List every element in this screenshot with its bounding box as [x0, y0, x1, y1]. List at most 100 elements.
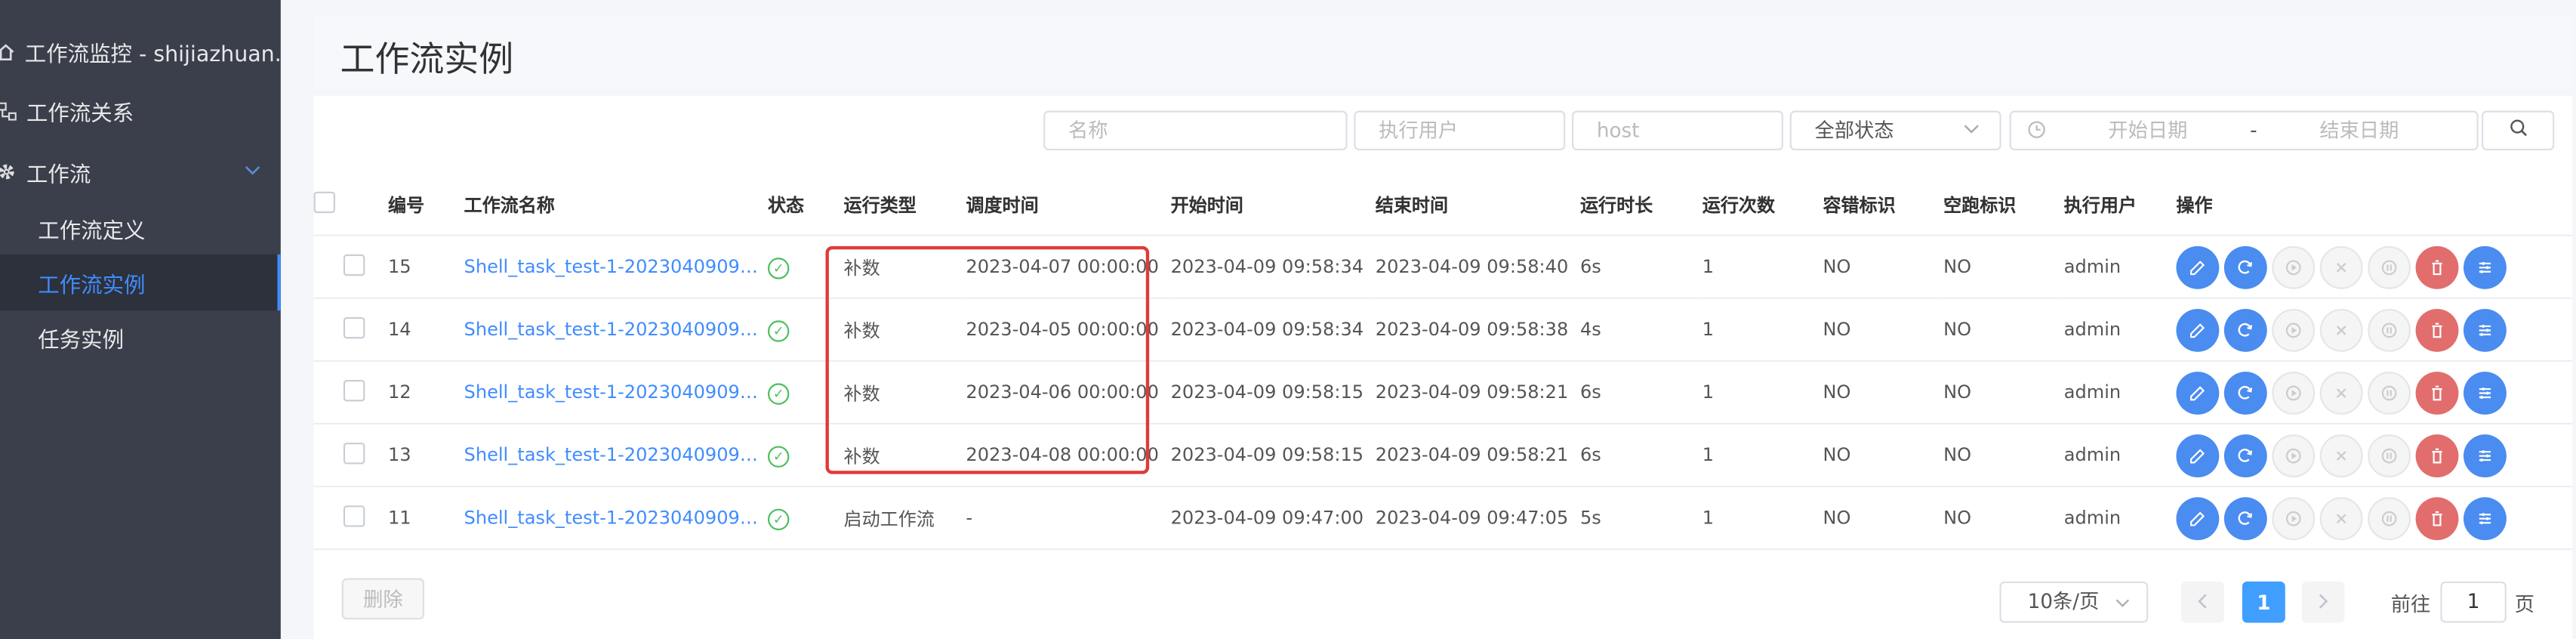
- row-checkbox[interactable]: [343, 442, 365, 464]
- rerun-button[interactable]: [2223, 307, 2267, 351]
- header-start-time: 开始时间: [1170, 173, 1376, 236]
- delete-button[interactable]: [2415, 434, 2459, 477]
- select-all-checkbox[interactable]: [313, 190, 335, 213]
- edit-icon: [2190, 511, 2205, 526]
- cell-name[interactable]: Shell_task_test-1-2023040909465...: [464, 486, 768, 551]
- rerun-icon: [2238, 384, 2253, 399]
- cell-start: 2023-04-09 09:58:15: [1170, 423, 1376, 488]
- delete-icon: [2432, 510, 2442, 526]
- header-run-count: 运行次数: [1702, 173, 1823, 236]
- sidebar-item-instances[interactable]: 工作流实例: [0, 254, 281, 311]
- pause-button[interactable]: [2368, 496, 2411, 540]
- cell-duration: 4s: [1579, 298, 1702, 362]
- delete-button[interactable]: [2415, 370, 2459, 414]
- status-select[interactable]: 全部状态: [1789, 110, 2001, 151]
- row-checkbox[interactable]: [343, 505, 365, 526]
- resume-button[interactable]: [2272, 434, 2316, 477]
- delete-button[interactable]: [2415, 496, 2459, 540]
- cell-user: admin: [2063, 423, 2177, 488]
- sidebar-item-definitions[interactable]: 工作流定义: [0, 200, 319, 256]
- row-checkbox[interactable]: [343, 253, 365, 276]
- row-actions: [2176, 307, 2572, 351]
- cell-name[interactable]: Shell_task_test-1-2023040909583...: [464, 235, 768, 299]
- stop-button[interactable]: [2319, 496, 2363, 540]
- pause-button[interactable]: [2368, 370, 2411, 414]
- cell-start: 2023-04-09 09:58:34: [1170, 298, 1376, 362]
- cell-end: 2023-04-09 09:58:21: [1375, 423, 1580, 488]
- sidebar-item-task-instances[interactable]: 任务实例: [0, 309, 319, 365]
- name-filter-input[interactable]: 名称: [1043, 110, 1348, 151]
- edit-button[interactable]: [2176, 245, 2220, 289]
- delete-button[interactable]: 删除: [341, 578, 425, 620]
- edit-button[interactable]: [2176, 434, 2220, 477]
- resume-button[interactable]: [2272, 370, 2316, 414]
- gantt-button[interactable]: [2464, 434, 2507, 477]
- edit-button[interactable]: [2176, 370, 2220, 414]
- pause-icon: [2381, 510, 2397, 526]
- resume-icon: [2285, 384, 2301, 400]
- gantt-button[interactable]: [2464, 245, 2507, 289]
- row-checkbox[interactable]: [343, 316, 365, 338]
- row-checkbox[interactable]: [343, 378, 365, 401]
- search-button[interactable]: [2482, 110, 2555, 151]
- stop-button[interactable]: [2319, 370, 2363, 414]
- stop-button[interactable]: [2319, 245, 2363, 289]
- sidebar-item-workflow[interactable]: 工作流: [0, 144, 281, 199]
- host-filter-input[interactable]: host: [1572, 110, 1783, 151]
- table-row[interactable]: 15 Shell_task_test-1-2023040909583... ✓ 补数 2…: [313, 235, 2573, 299]
- resume-button[interactable]: [2272, 307, 2316, 351]
- rerun-button[interactable]: [2223, 434, 2267, 477]
- cell-id: 13: [387, 423, 464, 488]
- resume-button[interactable]: [2272, 496, 2316, 540]
- stop-button[interactable]: [2319, 307, 2363, 351]
- goto-page-input[interactable]: 1: [2440, 581, 2507, 623]
- pause-icon: [2381, 322, 2397, 338]
- resume-button[interactable]: [2272, 245, 2316, 289]
- title-bar: 工作流实例: [313, 16, 2573, 90]
- chevron-down-icon[interactable]: [245, 164, 261, 181]
- rerun-button[interactable]: [2223, 245, 2267, 289]
- delete-button[interactable]: [2415, 307, 2459, 351]
- table-row[interactable]: 11 Shell_task_test-1-2023040909465... ✓ 启动工…: [313, 486, 2573, 551]
- cell-runs: 1: [1702, 235, 1823, 299]
- sidebar-item-relations[interactable]: 工作流关系: [0, 82, 281, 138]
- gantt-button[interactable]: [2464, 496, 2507, 540]
- table-row[interactable]: 14 Shell_task_test-1-2023040909583... ✓ 补数 2…: [313, 298, 2573, 362]
- cell-user: admin: [2063, 298, 2177, 362]
- cell-start: 2023-04-09 09:58:15: [1170, 360, 1376, 425]
- pause-button[interactable]: [2368, 307, 2411, 351]
- gantt-button[interactable]: [2464, 307, 2507, 351]
- edit-button[interactable]: [2176, 307, 2220, 351]
- stop-icon: [2336, 450, 2346, 460]
- sidebar-item-label: 工作流关系: [26, 101, 134, 127]
- delete-button[interactable]: [2415, 245, 2459, 289]
- stop-button[interactable]: [2319, 434, 2363, 477]
- cell-name[interactable]: Shell_task_test-1-2023040909581...: [464, 360, 768, 425]
- table-row[interactable]: 13 Shell_task_test-1-2023040909581... ✓ 补数 2…: [313, 423, 2573, 488]
- date-range-picker[interactable]: 开始日期 - 结束日期: [2009, 110, 2479, 151]
- page-number-current[interactable]: 1: [2242, 581, 2285, 623]
- rerun-button[interactable]: [2223, 370, 2267, 414]
- header-end-time: 结束时间: [1375, 173, 1580, 236]
- rerun-button[interactable]: [2223, 496, 2267, 540]
- gantt-button[interactable]: [2464, 370, 2507, 414]
- clock-icon: [2028, 113, 2046, 150]
- sidebar-item-monitor[interactable]: 工作流监控 - shijiazhuan...: [0, 23, 281, 79]
- pause-button[interactable]: [2368, 245, 2411, 289]
- cell-name[interactable]: Shell_task_test-1-2023040909583...: [464, 298, 768, 362]
- user-filter-input[interactable]: 执行用户: [1354, 110, 1566, 151]
- pause-button[interactable]: [2368, 434, 2411, 477]
- prev-page-button[interactable]: [2181, 581, 2224, 623]
- cell-runs: 1: [1702, 360, 1823, 425]
- home-icon: [0, 42, 15, 61]
- edit-icon: [2190, 448, 2205, 463]
- header-status: 状态: [767, 173, 844, 236]
- table-row[interactable]: 12 Shell_task_test-1-2023040909581... ✓ 补数 2…: [313, 360, 2573, 425]
- cell-schedule: 2023-04-08 00:00:00: [966, 423, 1171, 488]
- cell-runs: 1: [1702, 298, 1823, 362]
- edit-button[interactable]: [2176, 496, 2220, 540]
- next-page-button[interactable]: [2301, 581, 2345, 623]
- cell-name[interactable]: Shell_task_test-1-2023040909581...: [464, 423, 768, 488]
- page-size-select[interactable]: 10条/页: [1999, 581, 2149, 623]
- search-icon: [2509, 119, 2527, 142]
